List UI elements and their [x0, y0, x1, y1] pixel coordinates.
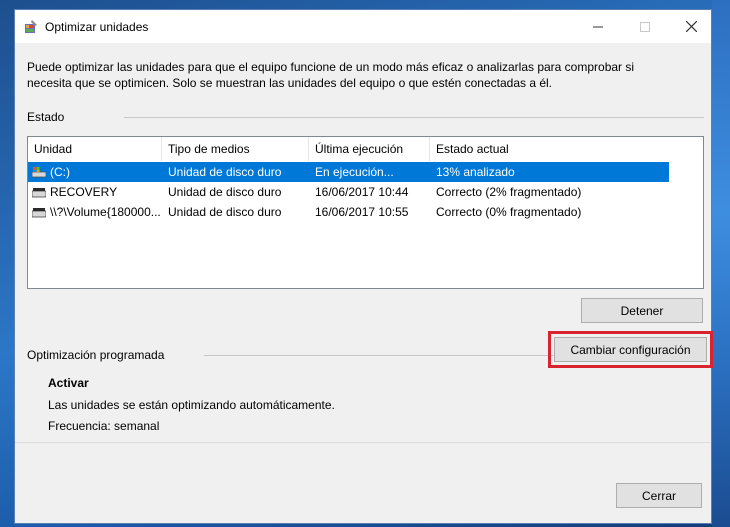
window-title: Optimizar unidades — [45, 20, 149, 34]
change-settings-button[interactable]: Cambiar configuración — [554, 337, 707, 362]
desktop-background — [712, 0, 730, 527]
list-header: Unidad Tipo de medios Última ejecución E… — [28, 137, 703, 161]
system-drive-icon — [32, 167, 46, 178]
scheduled-section-label: Optimización programada — [27, 348, 165, 362]
description-text: Puede optimizar las unidades para que el… — [27, 60, 635, 90]
maximize-icon — [640, 21, 650, 32]
maximize-button — [622, 10, 668, 43]
close-window-button[interactable] — [668, 10, 714, 43]
schedule-state: Activar — [48, 376, 89, 390]
hard-drive-icon — [32, 188, 46, 198]
defrag-app-icon — [25, 20, 37, 33]
hard-drive-icon — [32, 208, 46, 218]
current-status: Correcto (0% fragmentado) — [436, 205, 582, 219]
table-row[interactable]: RECOVERY Unidad de disco duro 16/06/2017… — [28, 182, 669, 202]
last-run: En ejecución... — [315, 165, 394, 179]
drive-name: (C:) — [50, 165, 70, 179]
media-type: Unidad de disco duro — [168, 165, 282, 179]
status-section-label: Estado — [27, 110, 65, 124]
close-icon — [685, 21, 697, 32]
column-header-last-run[interactable]: Última ejecución — [309, 137, 430, 161]
current-status: Correcto (2% fragmentado) — [436, 185, 582, 199]
dialog-footer: Cerrar — [15, 442, 711, 508]
title-bar[interactable]: Optimizar unidades — [15, 10, 711, 43]
drives-list[interactable]: Unidad Tipo de medios Última ejecución E… — [27, 136, 704, 289]
table-row[interactable]: (C:) Unidad de disco duro En ejecución..… — [28, 162, 669, 182]
last-run: 16/06/2017 10:44 — [315, 185, 409, 199]
status-section-divider — [124, 117, 704, 118]
stop-button[interactable]: Detener — [581, 298, 703, 323]
drive-name: RECOVERY — [50, 185, 118, 199]
column-header-drive[interactable]: Unidad — [28, 137, 162, 161]
minimize-icon — [593, 26, 603, 27]
schedule-frequency: Frecuencia: semanal — [48, 419, 160, 433]
column-header-media[interactable]: Tipo de medios — [162, 137, 309, 161]
media-type: Unidad de disco duro — [168, 205, 282, 219]
minimize-button[interactable] — [575, 10, 621, 43]
schedule-info: Las unidades se están optimizando automá… — [48, 398, 335, 412]
media-type: Unidad de disco duro — [168, 185, 282, 199]
column-header-status[interactable]: Estado actual — [430, 137, 670, 161]
drive-name: \\?\Volume{180000... — [50, 205, 161, 219]
current-status: 13% analizado — [436, 165, 515, 179]
table-row[interactable]: \\?\Volume{180000... Unidad de disco dur… — [28, 202, 669, 222]
last-run: 16/06/2017 10:55 — [315, 205, 409, 219]
optimize-drives-window: Optimizar unidades Puede optimizar las u… — [14, 9, 713, 524]
close-button[interactable]: Cerrar — [616, 483, 702, 508]
